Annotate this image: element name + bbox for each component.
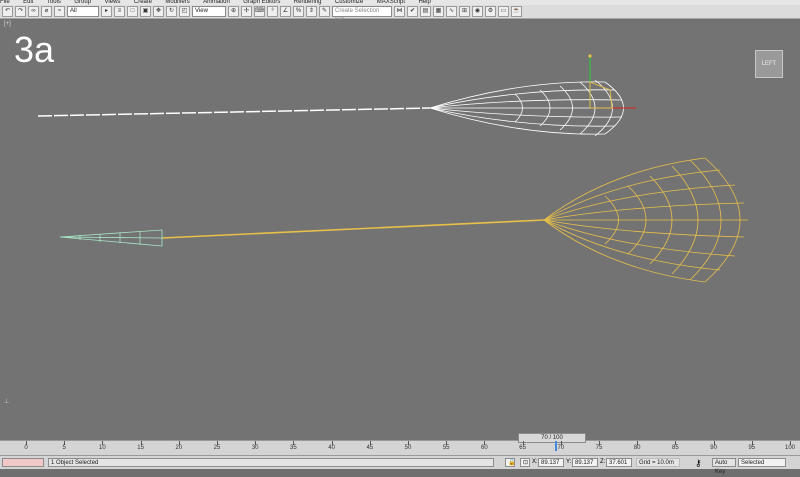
timeline-tick-label: 5 (62, 445, 66, 451)
select-manipulate-icon[interactable]: ✢ (241, 6, 252, 17)
status-bar: 1 Object Selected 🔒 ⊡ X: 89.137 Y: 89.13… (0, 455, 800, 475)
rectangular-selection-icon[interactable]: □ (127, 6, 138, 17)
current-frame-marker (555, 441, 557, 451)
timeline-tick-label: 50 (404, 445, 412, 451)
selection-status-text: 1 Object Selected (48, 458, 494, 467)
timeline-tick-label: 25 (213, 445, 221, 451)
timeline-tick-label: 40 (328, 445, 335, 451)
timeline-tick-label: 10 (99, 445, 106, 451)
viewport-scene (37, 54, 748, 283)
link-icon[interactable]: ∞ (28, 6, 39, 17)
timeline-tick-label: 55 (442, 445, 450, 451)
grid-size-readout: Grid = 10.0m (636, 458, 680, 467)
render-setup-icon[interactable]: ⚙ (485, 6, 496, 17)
graphite-modeling-icon[interactable]: ▦ (433, 6, 444, 17)
y-coord-field[interactable]: 89.137 (572, 458, 598, 467)
timeline-tick-label: 90 (710, 445, 717, 451)
snaps-toggle-icon[interactable]: ³ (267, 6, 278, 17)
keyboard-shortcut-icon[interactable]: ⌨ (254, 6, 265, 17)
schematic-view-icon[interactable]: ⊞ (459, 6, 470, 17)
timeline-ruler: 0 5 10 15 20 25 30 35 40 45 50 55 60 65 70 75 80 85 90 95 10… (0, 441, 800, 456)
timeline-tick-label: 45 (366, 445, 374, 451)
percent-snap-icon[interactable]: % (293, 6, 304, 17)
lower-tether-line (161, 219, 545, 239)
gizmo-pivot-marker (588, 54, 592, 58)
viewport-corner-menu[interactable]: [+] (4, 21, 11, 27)
timeline-tick-label: 100 (784, 445, 795, 451)
set-key-icon[interactable]: ⚷ (695, 458, 702, 469)
axis-tripod-icon: ⊥ (4, 399, 10, 405)
timeline-tick-label: 15 (137, 445, 144, 451)
payload-cone-wireframe (59, 229, 163, 247)
upper-tether-line (37, 107, 431, 117)
timeline-tick-label: 95 (748, 445, 756, 451)
named-selection-set-dropdown[interactable]: Create Selection Set (332, 6, 392, 23)
timeline-tick-label: 75 (595, 445, 603, 451)
maxscript-listener-mini[interactable] (2, 458, 44, 467)
z-coord-field[interactable]: 37.601 (606, 458, 632, 467)
rendered-frame-window-icon[interactable]: ▭ (498, 6, 509, 17)
auto-key-button[interactable]: Auto Key (712, 458, 736, 475)
lock-selection-icon[interactable]: 🔒 (505, 458, 515, 467)
timeline-tick-label: 0 (24, 445, 28, 451)
mirror-icon[interactable]: ⋈ (394, 6, 405, 17)
timeline-tick-label: 60 (481, 445, 488, 451)
select-move-icon[interactable]: ✥ (153, 6, 164, 17)
edit-named-selection-icon[interactable]: ✎ (319, 6, 330, 17)
pivot-center-icon[interactable]: ⊕ (228, 6, 239, 17)
selection-filter-dropdown[interactable]: All (67, 6, 99, 17)
timeline-tick-label: 80 (633, 445, 641, 451)
redo-icon[interactable]: ↷ (15, 6, 26, 17)
select-by-name-icon[interactable]: ≡ (114, 6, 125, 17)
unlink-icon[interactable]: ⌀ (41, 6, 52, 17)
timeline[interactable]: 70 / 100 0 5 10 15 20 25 30 35 40 45 50 55 60 65 70 75 8… (0, 433, 800, 456)
render-production-icon[interactable]: ☕ (511, 6, 522, 17)
left-viewport[interactable]: [+] 3a LEFT ⊥ (0, 20, 800, 440)
reference-coordinate-dropdown[interactable]: View (192, 6, 226, 17)
select-rotate-icon[interactable]: ↻ (166, 6, 177, 17)
absolute-mode-icon[interactable]: ⊡ (520, 458, 530, 467)
viewcube[interactable]: LEFT (755, 50, 783, 78)
bind-space-warp-icon[interactable]: ≈ (54, 6, 65, 17)
spinner-snap-icon[interactable]: ⇕ (306, 6, 317, 17)
timeline-tick-label: 30 (251, 445, 259, 451)
timeline-tick-label: 20 (175, 445, 183, 451)
undo-icon[interactable]: ↶ (2, 6, 13, 17)
material-editor-icon[interactable]: ◉ (472, 6, 483, 17)
z-coord-label: Z: (600, 459, 606, 465)
select-scale-icon[interactable]: ◰ (179, 6, 190, 17)
lower-parachute-wireframe (543, 157, 748, 283)
viewport-overlay-label: 3a (14, 29, 55, 70)
angle-snap-icon[interactable]: ∠ (280, 6, 291, 17)
main-toolbar: ↶ ↷ ∞ ⌀ ≈ All ▸ ≡ □ ▣ ✥ ↻ ◰ View ⊕ ✢ ⌨ ³… (0, 5, 800, 23)
timeline-tick-label: 35 (290, 445, 297, 451)
timeline-tick-label: 85 (672, 445, 679, 451)
select-object-icon[interactable]: ▸ (101, 6, 112, 17)
x-coord-label: X: (532, 459, 538, 465)
window-crossing-icon[interactable]: ▣ (140, 6, 151, 17)
curve-editor-icon[interactable]: ∿ (446, 6, 457, 17)
x-coord-field[interactable]: 89.137 (538, 458, 564, 467)
y-coord-label: Y: (566, 459, 572, 465)
layer-manager-icon[interactable]: ▤ (420, 6, 431, 17)
align-icon[interactable]: ✔ (407, 6, 418, 17)
timeline-tick-label: 65 (519, 445, 526, 451)
key-filter-dropdown[interactable]: Selected (738, 458, 786, 467)
